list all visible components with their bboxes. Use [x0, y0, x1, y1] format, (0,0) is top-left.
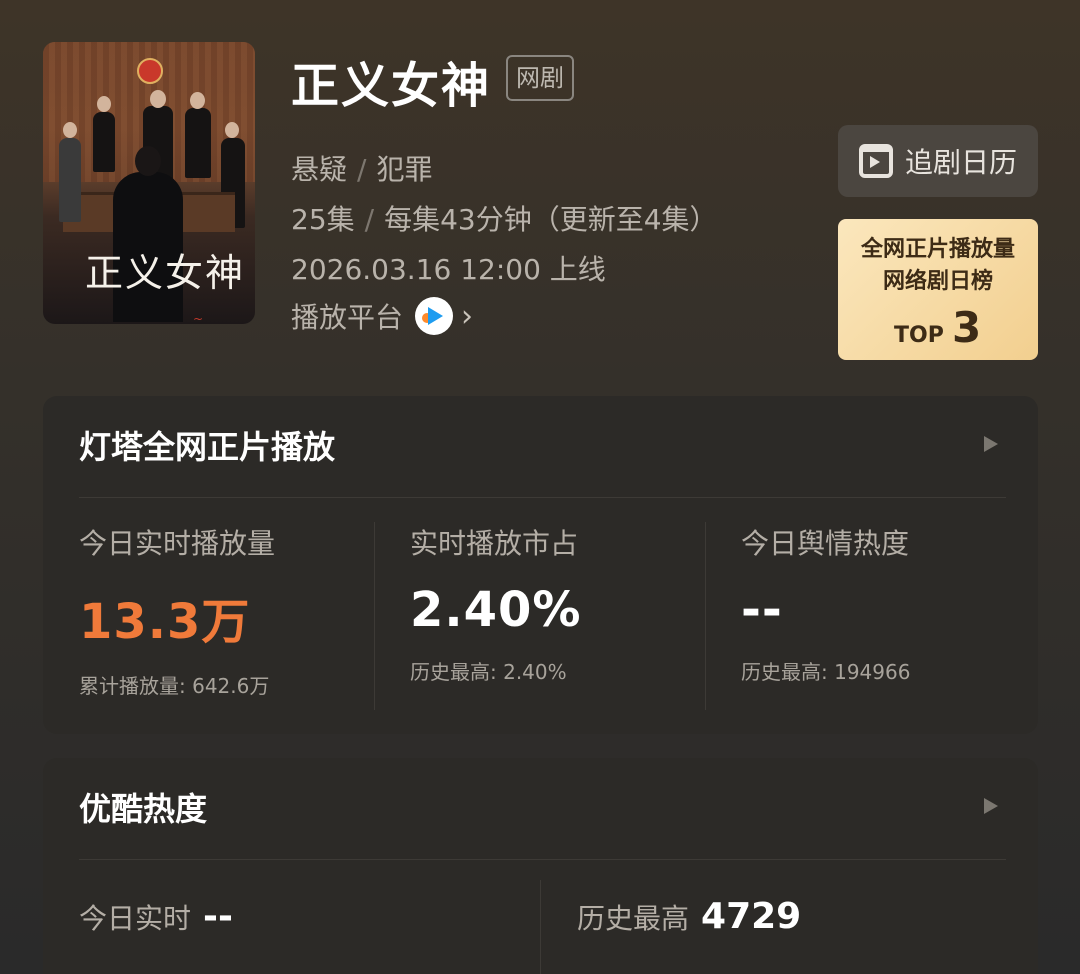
chevron-right-icon[interactable]: ›	[461, 299, 473, 334]
youku-logo-icon[interactable]	[415, 297, 454, 335]
play-arrow-icon[interactable]	[984, 436, 998, 452]
playback-panel: 灯塔全网正片播放 今日实时播放量 13.3万 累计播放量: 642.6万 实时播…	[43, 396, 1038, 734]
stat-market-share: 实时播放市占 2.40% 历史最高: 2.40%	[410, 522, 582, 685]
play-arrow-icon[interactable]	[984, 798, 998, 814]
ranking-top-number: 3	[952, 303, 982, 352]
poster-figure-head	[225, 122, 239, 138]
calendar-play-icon	[858, 144, 893, 178]
poster-title: 正义女神	[85, 251, 246, 295]
episode-line: 25集 / 每集43分钟（更新至4集）	[291, 198, 718, 238]
divider	[79, 497, 1006, 498]
today-heat-value: --	[203, 896, 233, 937]
today-heat-label: 今日实时	[79, 902, 192, 935]
genre-separator: /	[357, 153, 367, 186]
poster-figure	[93, 112, 115, 172]
stat-sub: 历史最高: 194966	[741, 660, 911, 684]
ranking-top-label: TOP	[894, 323, 944, 348]
poster-figure-head	[150, 90, 166, 108]
stat-sentiment-heat: 今日舆情热度 -- 历史最高: 194966	[741, 522, 910, 685]
stat-label: 今日实时播放量	[79, 527, 276, 560]
youku-heat-panel: 优酷热度 今日实时 -- 历史最高 4729	[43, 758, 1038, 974]
playback-panel-title: 灯塔全网正片播放	[79, 428, 336, 466]
youku-panel-title: 优酷热度	[79, 790, 208, 828]
poster-figure	[185, 108, 211, 178]
column-divider	[705, 522, 706, 710]
show-poster[interactable]: 正义女神 ~	[43, 42, 255, 324]
episode-info: 每集43分钟（更新至4集）	[384, 203, 718, 236]
poster-figure-head	[190, 92, 205, 109]
ranking-line1: 全网正片播放量	[860, 237, 1015, 262]
calendar-button[interactable]: 追剧日历	[838, 125, 1038, 197]
stat-label: 实时播放市占	[410, 527, 579, 560]
history-heat: 历史最高 4729	[577, 896, 801, 937]
today-heat: 今日实时 --	[79, 896, 233, 937]
history-heat-value: 4729	[701, 896, 802, 937]
genre-line: 悬疑 / 犯罪	[291, 148, 432, 188]
ranking-card[interactable]: 全网正片播放量 网络剧日榜 TOP 3	[838, 219, 1038, 360]
stat-value: --	[741, 582, 783, 638]
stat-sub: 累计播放量: 642.6万	[79, 674, 270, 698]
platform-row[interactable]: 播放平台 ›	[291, 296, 473, 336]
column-divider	[374, 522, 375, 710]
episode-separator: /	[364, 203, 375, 236]
episode-count: 25集	[291, 203, 355, 236]
genre-tag[interactable]: 犯罪	[376, 153, 432, 186]
divider	[79, 859, 1006, 860]
stat-label: 今日舆情热度	[741, 527, 910, 560]
poster-signature: ~	[193, 312, 204, 324]
poster-figure	[59, 138, 81, 222]
poster-figure-head	[97, 96, 111, 112]
poster-figure-head	[63, 122, 77, 138]
stat-value: 2.40%	[410, 582, 582, 638]
emblem-icon	[137, 58, 163, 84]
show-title: 正义女神	[291, 58, 492, 114]
ranking-line2: 网络剧日榜	[882, 269, 993, 294]
type-badge: 网剧	[506, 55, 574, 101]
platform-label: 播放平台	[291, 301, 404, 334]
column-divider	[540, 880, 541, 974]
poster-figure-head	[135, 146, 161, 176]
calendar-button-label: 追剧日历	[904, 146, 1017, 179]
stat-today-plays: 今日实时播放量 13.3万 累计播放量: 642.6万	[79, 522, 275, 699]
stat-value: 13.3万	[79, 594, 251, 650]
stat-sub: 历史最高: 2.40%	[410, 660, 567, 684]
release-date: 2026.03.16 12:00 上线	[291, 253, 606, 286]
genre-tag[interactable]: 悬疑	[291, 153, 347, 186]
history-heat-label: 历史最高	[577, 902, 690, 935]
